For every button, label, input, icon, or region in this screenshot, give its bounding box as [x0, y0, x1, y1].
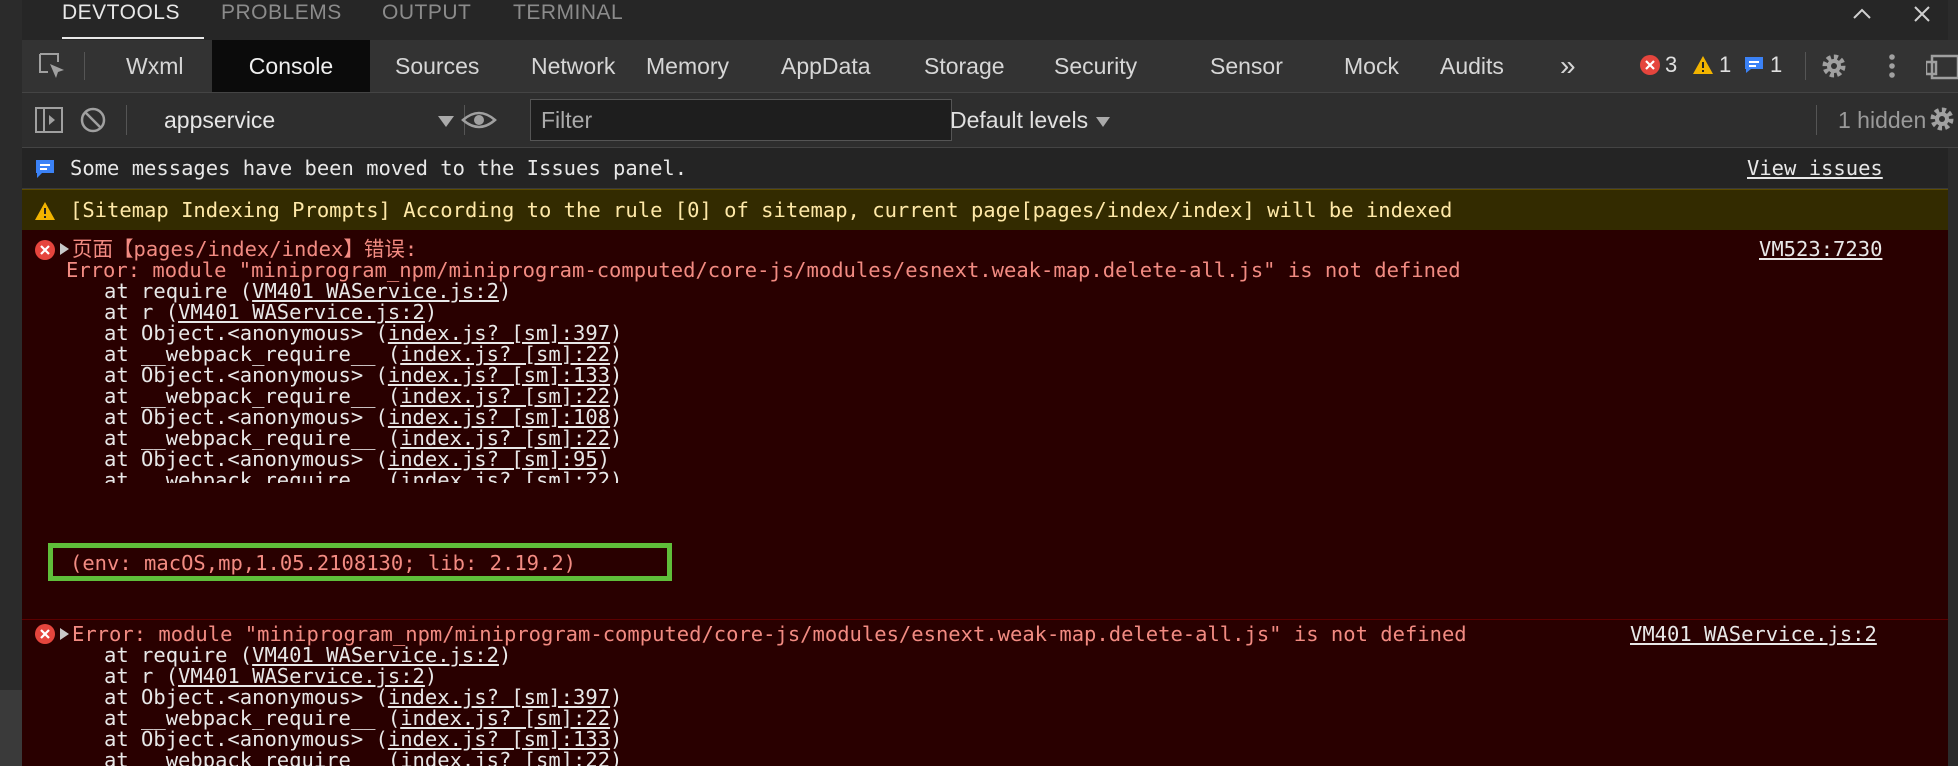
- element-picker-icon[interactable]: [36, 50, 68, 82]
- error-source-link[interactable]: VM523:7230: [1759, 236, 1882, 262]
- chevron-up-icon[interactable]: [1852, 4, 1872, 24]
- info-count-badge[interactable]: 1: [1743, 51, 1782, 79]
- console-settings-gear-icon[interactable]: [1926, 103, 1958, 135]
- tab-audits[interactable]: Audits: [1416, 40, 1528, 92]
- log-levels-dropdown[interactable]: Default levels: [950, 103, 1111, 137]
- panel-tab-output[interactable]: OUTPUT: [382, 0, 471, 30]
- error-entry-2: Error: module "miniprogram_npm/miniprogr…: [22, 620, 1948, 766]
- tab-storage[interactable]: Storage: [900, 40, 1029, 92]
- warning-count-badge[interactable]: 1: [1692, 51, 1731, 79]
- separator: [84, 52, 85, 80]
- tab-mock[interactable]: Mock: [1320, 40, 1423, 92]
- warning-count: 1: [1719, 52, 1732, 77]
- tab-sensor[interactable]: Sensor: [1186, 40, 1307, 92]
- error-count: 3: [1665, 52, 1678, 77]
- highlight-box: [48, 543, 672, 581]
- panel-tab-problems[interactable]: PROBLEMS: [221, 0, 342, 30]
- message-icon: [36, 160, 54, 178]
- separator: [126, 105, 127, 135]
- tab-security[interactable]: Security: [1030, 40, 1161, 92]
- warning-row: [Sitemap Indexing Prompts] According to …: [22, 189, 1948, 231]
- log-levels-label: Default levels: [950, 107, 1089, 133]
- warning-icon: [35, 202, 55, 220]
- stack-frame-link[interactable]: index.js? [sm]:22: [400, 468, 610, 483]
- expand-triangle-icon[interactable]: [60, 628, 69, 640]
- error-icon: [35, 240, 55, 260]
- clear-console-icon[interactable]: [78, 105, 108, 135]
- message-icon: [1745, 57, 1763, 73]
- more-tabs-button[interactable]: »: [1536, 40, 1600, 92]
- panel-tab-devtools[interactable]: DEVTOOLS: [62, 0, 180, 30]
- info-count: 1: [1770, 52, 1783, 77]
- tab-network[interactable]: Network: [507, 40, 639, 92]
- warning-icon: [1693, 56, 1713, 74]
- issues-notice-text: Some messages have been moved to the Iss…: [70, 156, 688, 180]
- error-count-badge[interactable]: 3: [1640, 51, 1677, 79]
- console-filter-bar: appservice Default levels 1 hidden: [22, 93, 1958, 148]
- left-strip-lower: [0, 690, 22, 766]
- gear-icon[interactable]: [1818, 50, 1850, 82]
- issues-notice-row: Some messages have been moved to the Iss…: [22, 148, 1948, 189]
- tab-wxml[interactable]: Wxml: [102, 40, 207, 92]
- active-tab-underline: [62, 37, 204, 39]
- tab-appdata[interactable]: AppData: [757, 40, 895, 92]
- panel-tab-bar: DEVTOOLS PROBLEMS OUTPUT TERMINAL: [22, 0, 1948, 40]
- panel-tab-terminal[interactable]: TERMINAL: [513, 0, 623, 30]
- dropdown-caret-icon: [1096, 116, 1111, 127]
- dock-side-icon[interactable]: [1926, 50, 1958, 82]
- separator: [1816, 105, 1817, 135]
- error-icon: [1640, 55, 1660, 75]
- tab-memory[interactable]: Memory: [622, 40, 753, 92]
- view-issues-link[interactable]: View issues: [1747, 155, 1883, 181]
- dropdown-caret-icon: [438, 116, 454, 127]
- more-options-icon[interactable]: [1876, 50, 1908, 82]
- error-icon: [35, 624, 55, 644]
- left-activity-strip: [0, 0, 22, 766]
- expand-triangle-icon[interactable]: [60, 243, 69, 255]
- tab-sources[interactable]: Sources: [371, 40, 503, 92]
- error-source-link[interactable]: VM401 WAService.js:2: [1630, 621, 1877, 647]
- devtools-tab-bar: Wxml Console Sources Network Memory AppD…: [22, 40, 1958, 93]
- hidden-messages-count: 1 hidden: [1838, 107, 1927, 133]
- stack-frame: at __webpack_require__ (index.js? [sm]:2…: [104, 747, 622, 766]
- sitemap-warning-text: [Sitemap Indexing Prompts] According to …: [70, 198, 1453, 222]
- context-label: appservice: [164, 107, 276, 133]
- separator: [1805, 52, 1806, 80]
- filter-input[interactable]: [530, 99, 952, 141]
- close-icon[interactable]: [1912, 4, 1932, 24]
- console-output: Some messages have been moved to the Iss…: [22, 148, 1948, 766]
- eye-icon[interactable]: [460, 105, 498, 135]
- stack-frame-link[interactable]: index.js? [sm]:22: [400, 748, 610, 766]
- tab-console[interactable]: Console: [212, 40, 370, 92]
- context-selector[interactable]: appservice: [164, 103, 454, 137]
- sidebar-toggle-icon[interactable]: [34, 105, 64, 135]
- stack-frame: at __webpack_require__ (index.js? [sm]:2…: [104, 467, 622, 483]
